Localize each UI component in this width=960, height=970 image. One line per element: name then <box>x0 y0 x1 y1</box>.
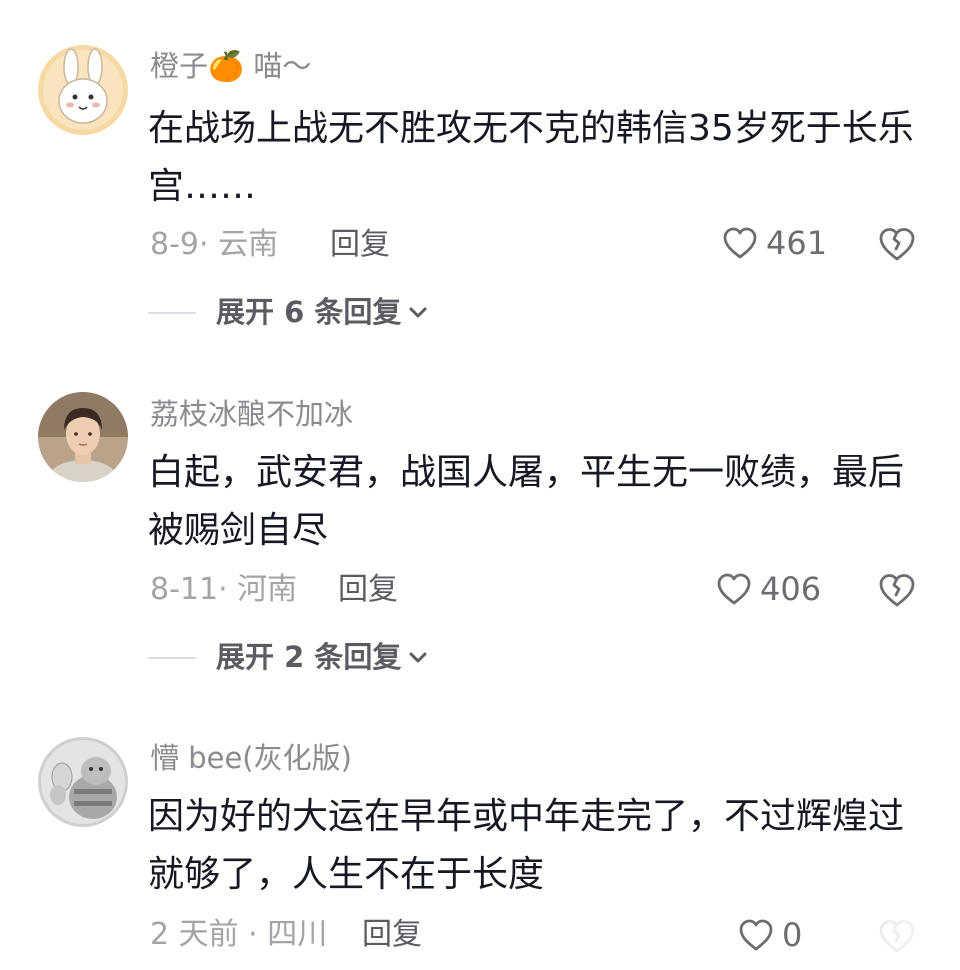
expand-replies-button[interactable]: 展开 6 条回复 <box>148 298 429 327</box>
dislike-button[interactable] <box>877 226 917 266</box>
broken-heart-icon <box>879 228 915 261</box>
like-button[interactable]: 0 <box>738 918 802 952</box>
dislike-button[interactable] <box>877 572 917 612</box>
like-count: 461 <box>766 224 828 262</box>
like-button[interactable]: 461 <box>722 226 827 260</box>
avatar[interactable] <box>38 392 128 482</box>
username[interactable]: 橙子🍊 喵～ <box>150 52 311 81</box>
date-location: 8-11· 河南 <box>150 572 298 607</box>
like-count: 406 <box>760 570 822 608</box>
chevron-down-icon <box>409 652 427 662</box>
reply-button[interactable]: 回复 <box>362 920 422 950</box>
expand-replies-label: 展开 6 条回复 <box>216 295 402 329</box>
comment-text: 白起，武安君，战国人屠，平生无一败绩，最后被赐剑自尽 <box>148 452 905 551</box>
date-location: 8-9· 云南 <box>150 227 279 262</box>
like-button[interactable]: 406 <box>716 572 821 606</box>
watermark-overlay <box>800 920 960 970</box>
heart-icon <box>717 573 751 605</box>
reply-button[interactable]: 回复 <box>338 575 398 605</box>
cartoon-rabbit-icon <box>38 45 128 135</box>
avatar[interactable] <box>38 737 128 827</box>
comment-text: 在战场上战无不胜攻无不克的韩信35岁死于长乐宫…… <box>148 108 914 207</box>
avatar[interactable] <box>38 45 128 135</box>
chevron-down-icon <box>409 307 427 317</box>
heart-icon <box>739 919 773 951</box>
reply-button[interactable]: 回复 <box>330 230 390 260</box>
grayscale-cartoon-icon <box>38 737 128 827</box>
comment-text: 因为好的大运在早年或中年走完了，不过辉煌过就够了，人生不在于长度 <box>148 796 905 895</box>
expand-replies-label: 展开 2 条回复 <box>216 640 402 674</box>
heart-icon <box>723 227 757 259</box>
username[interactable]: 懵 bee(灰化版) <box>150 744 352 773</box>
expand-replies-button[interactable]: 展开 2 条回复 <box>148 643 429 672</box>
date-location: 2 天前 · 四川 <box>150 917 328 952</box>
person-photo-icon <box>38 392 128 482</box>
divider-line <box>148 311 196 314</box>
broken-heart-icon <box>879 574 915 607</box>
username[interactable]: 荔枝冰酿不加冰 <box>150 400 353 429</box>
divider-line <box>148 656 196 659</box>
